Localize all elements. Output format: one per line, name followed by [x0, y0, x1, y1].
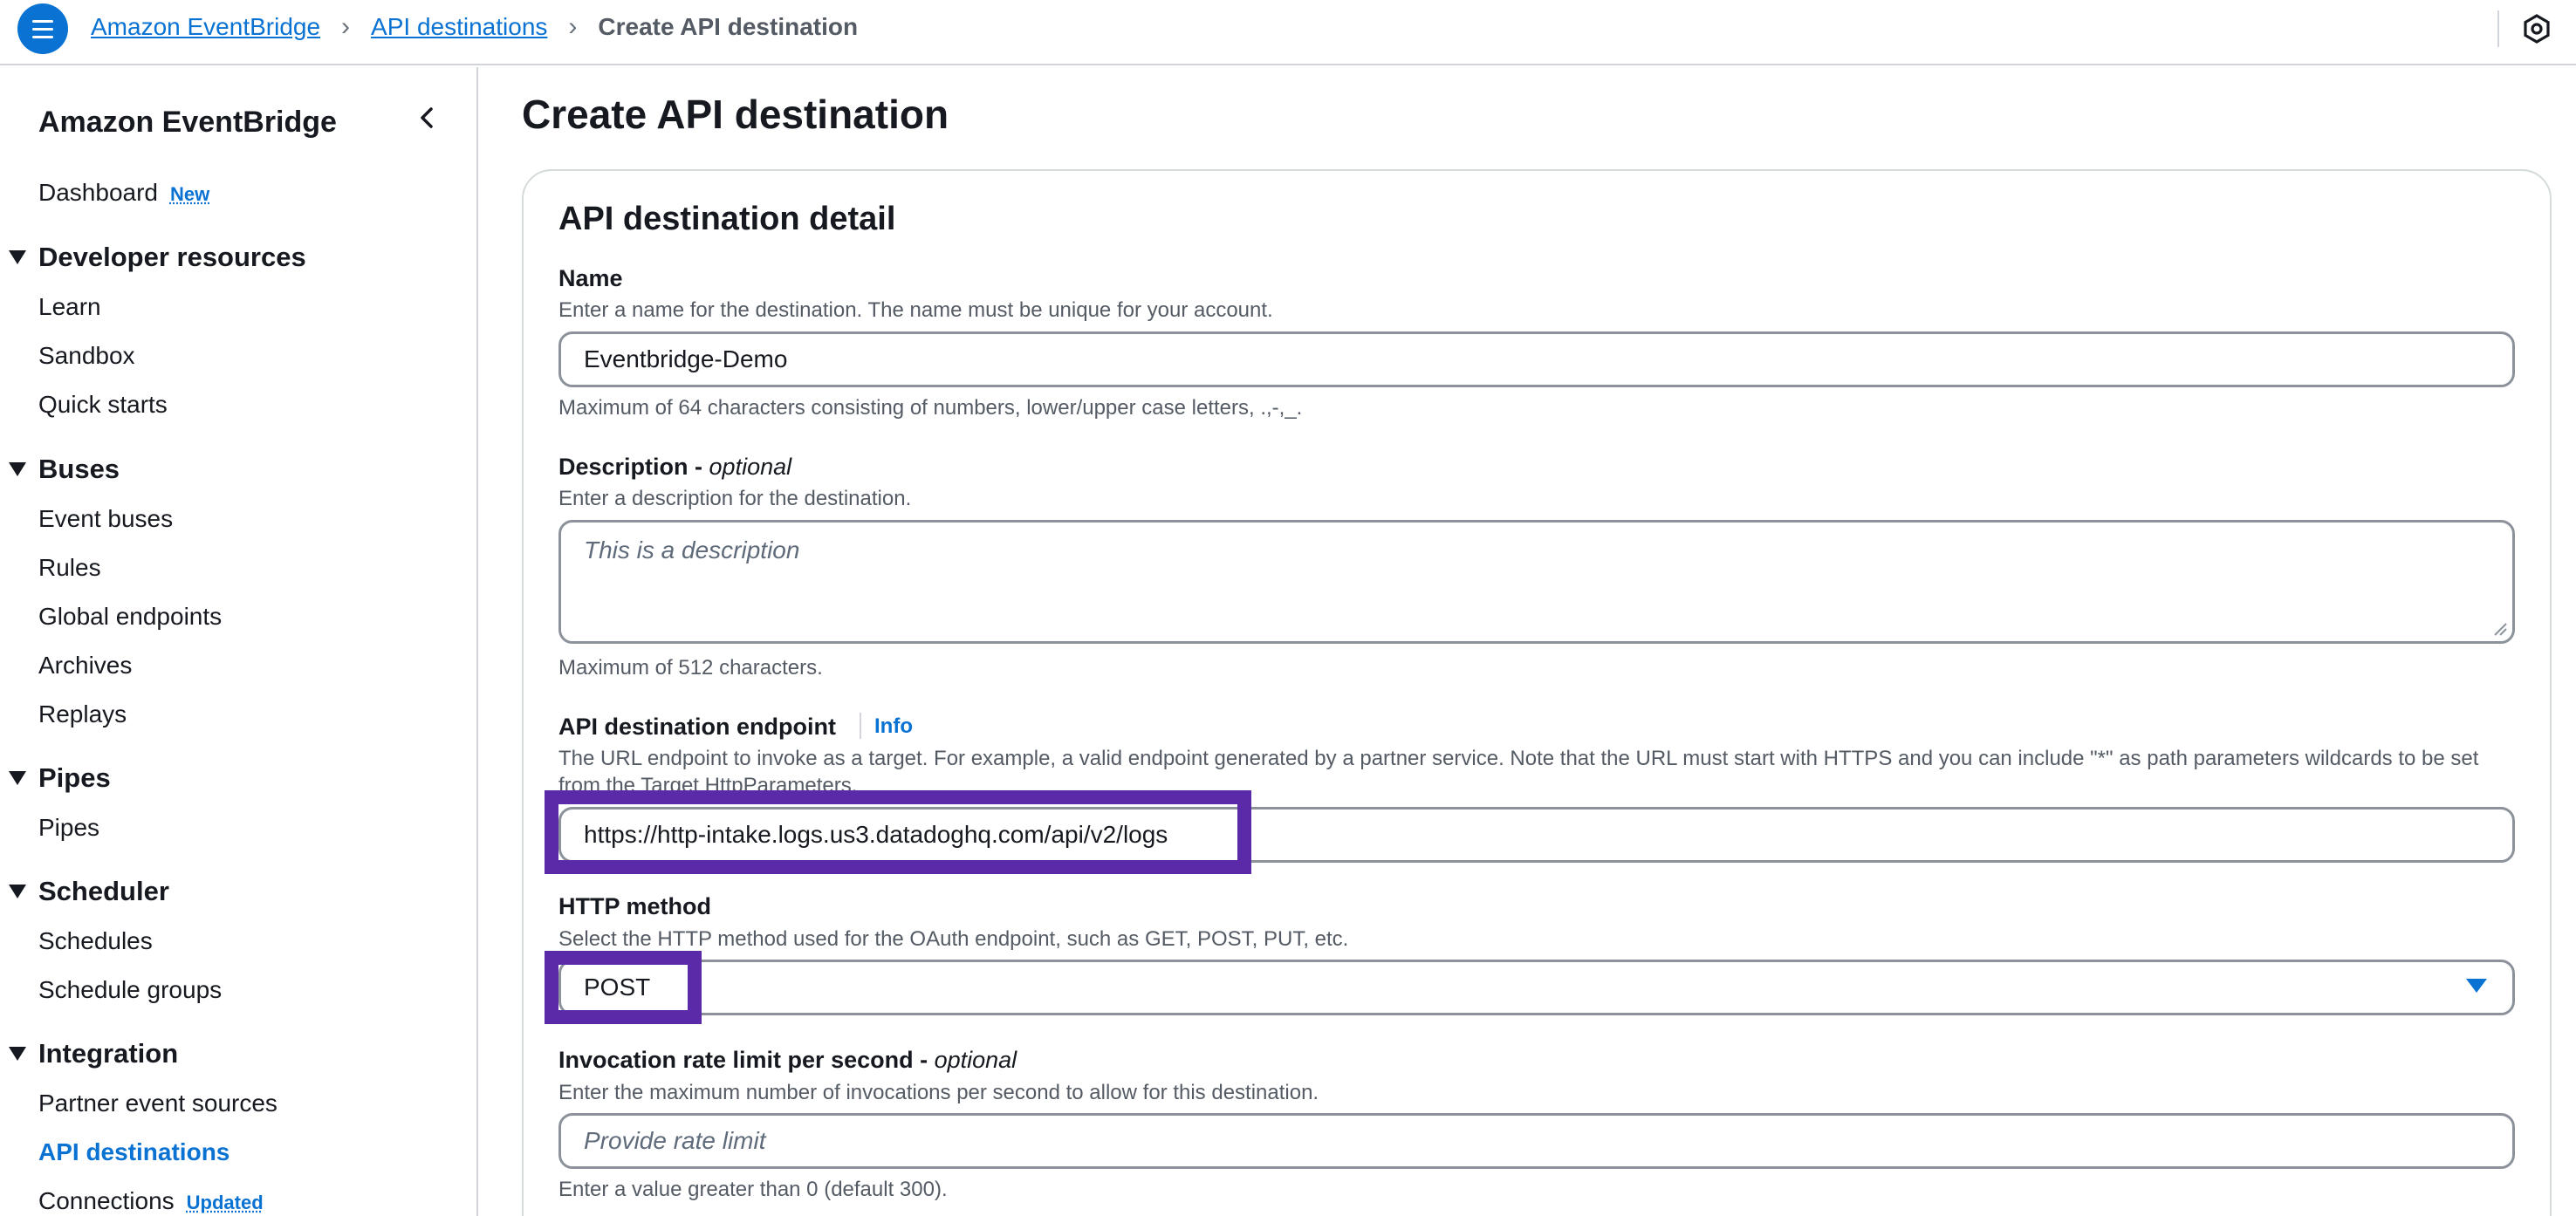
sidebar-item-schedules[interactable]: Schedules — [38, 927, 153, 955]
sidebar-item-learn[interactable]: Learn — [38, 293, 101, 321]
rate-limit-label-text: Invocation rate limit per second - — [558, 1047, 935, 1073]
caret-down-icon — [9, 1047, 26, 1061]
section-buses[interactable]: Buses — [9, 454, 120, 485]
sidebar-item-global-endpoints[interactable]: Global endpoints — [38, 603, 222, 631]
section-title: Integration — [38, 1038, 178, 1069]
http-method-description: Select the HTTP method used for the OAut… — [558, 926, 2513, 953]
sidebar-item-partner-event-sources[interactable]: Partner event sources — [38, 1090, 277, 1117]
section-integration[interactable]: Integration — [9, 1038, 178, 1069]
sidebar-item-label: Dashboard — [38, 179, 158, 206]
sidebar-item-rules[interactable]: Rules — [38, 554, 101, 582]
sidebar-item-label: Connections — [38, 1187, 175, 1214]
updated-badge: Updated — [187, 1192, 264, 1213]
resize-handle-icon[interactable] — [2493, 622, 2507, 636]
name-input[interactable]: Eventbridge-Demo — [558, 331, 2515, 387]
panel-title: API destination detail — [558, 201, 895, 238]
description-label: Description - optional — [558, 454, 791, 481]
chevron-right-icon: › — [568, 12, 577, 42]
sidebar-title[interactable]: Amazon EventBridge — [38, 106, 337, 140]
sidebar-item-schedule-groups[interactable]: Schedule groups — [38, 976, 222, 1004]
sidebar-item-pipes[interactable]: Pipes — [38, 814, 99, 842]
rate-limit-description: Enter the maximum number of invocations … — [558, 1079, 2513, 1106]
sidebar-item-quick-starts[interactable]: Quick starts — [38, 391, 168, 419]
name-constraint-hint: Maximum of 64 characters consisting of n… — [558, 396, 1302, 420]
chevron-left-icon[interactable] — [414, 102, 440, 133]
http-method-label: HTTP method — [558, 893, 711, 920]
http-method-highlight-box — [545, 951, 702, 1024]
caret-down-icon — [9, 462, 26, 476]
name-label: Name — [558, 265, 623, 292]
hexagon-settings-icon[interactable] — [2522, 14, 2552, 44]
endpoint-description: The URL endpoint to invoke as a target. … — [558, 745, 2513, 794]
caret-down-icon[interactable] — [2466, 979, 2487, 993]
section-title: Developer resources — [38, 242, 306, 273]
caret-down-icon — [9, 771, 26, 785]
sidebar-item-dashboard[interactable]: Dashboard New — [38, 179, 209, 207]
menu-icon[interactable] — [17, 3, 68, 54]
section-developer-resources[interactable]: Developer resources — [9, 242, 306, 273]
breadcrumb-api-destinations[interactable]: API destinations — [371, 13, 547, 41]
rate-limit-constraint-hint: Enter a value greater than 0 (default 30… — [558, 1178, 948, 1202]
optional-tag: optional — [935, 1047, 1017, 1073]
endpoint-highlight-box — [545, 790, 1251, 874]
section-pipes[interactable]: Pipes — [9, 762, 111, 794]
page-title: Create API destination — [522, 91, 949, 138]
sidebar-item-connections[interactable]: Connections Updated — [38, 1187, 264, 1215]
section-title: Pipes — [38, 762, 111, 794]
endpoint-label: API destination endpoint — [558, 714, 836, 741]
name-description: Enter a name for the destination. The na… — [558, 297, 2513, 324]
sidebar-item-api-destinations[interactable]: API destinations — [38, 1138, 230, 1166]
divider — [860, 713, 861, 739]
new-badge: New — [170, 183, 209, 205]
description-constraint-hint: Maximum of 512 characters. — [558, 656, 823, 680]
description-textarea[interactable]: This is a description — [558, 520, 2515, 644]
section-scheduler[interactable]: Scheduler — [9, 876, 169, 907]
sidebar-item-event-buses[interactable]: Event buses — [38, 505, 173, 533]
caret-down-icon — [9, 885, 26, 898]
sidebar-item-sandbox[interactable]: Sandbox — [38, 342, 135, 370]
divider — [2497, 10, 2499, 47]
rate-limit-input[interactable]: Provide rate limit — [558, 1113, 2515, 1169]
breadcrumb: Amazon EventBridge › API destinations › … — [91, 12, 858, 42]
breadcrumb-amazon-eventbridge[interactable]: Amazon EventBridge — [91, 13, 320, 41]
info-link[interactable]: Info — [874, 714, 913, 739]
rate-limit-label: Invocation rate limit per second - optio… — [558, 1047, 1017, 1074]
chevron-right-icon: › — [341, 12, 350, 42]
description-description: Enter a description for the destination. — [558, 485, 2513, 512]
top-navigation-bar: Amazon EventBridge › API destinations › … — [0, 0, 2576, 65]
description-label-text: Description - — [558, 454, 709, 480]
breadcrumb-current: Create API destination — [598, 13, 858, 41]
description-placeholder: This is a description — [584, 536, 799, 564]
caret-down-icon — [9, 250, 26, 264]
sidebar-item-archives[interactable]: Archives — [38, 652, 132, 680]
sidebar-item-replays[interactable]: Replays — [38, 700, 127, 728]
http-method-select[interactable]: POST — [558, 960, 2515, 1015]
optional-tag: optional — [709, 454, 792, 480]
section-title: Buses — [38, 454, 120, 485]
section-title: Scheduler — [38, 876, 169, 907]
side-navigation: Amazon EventBridge Dashboard New Develope… — [0, 67, 478, 1216]
